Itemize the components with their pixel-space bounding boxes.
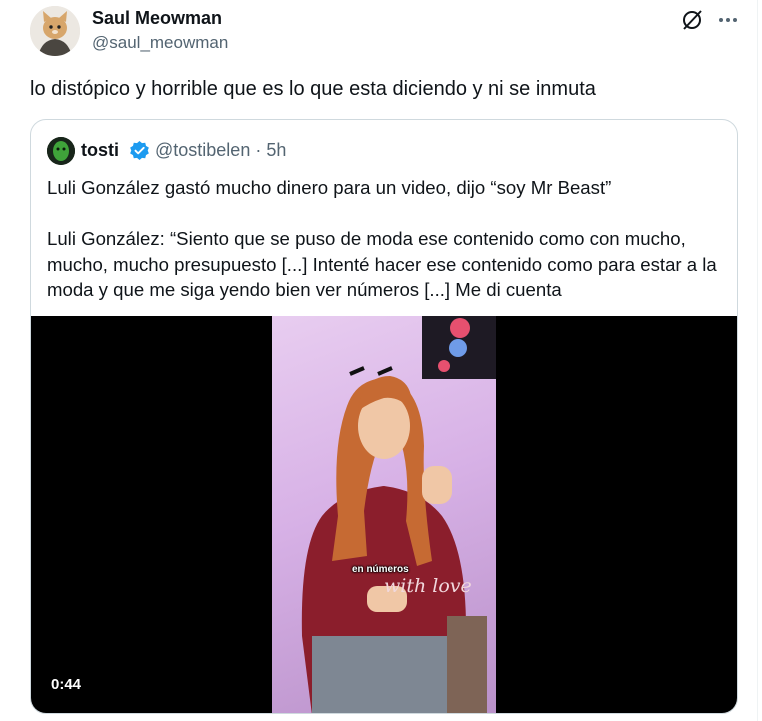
avatar[interactable] (30, 6, 80, 56)
quoted-avatar (47, 137, 75, 165)
quoted-tweet-card[interactable]: tosti @tostibelen · 5h Luli González gas… (30, 119, 738, 714)
quoted-author-name: tosti (81, 140, 119, 160)
more-icon[interactable] (716, 8, 740, 32)
video-player[interactable]: with love en números 0:44 (31, 316, 737, 713)
verified-badge-icon (129, 140, 150, 161)
video-caption: en números (352, 564, 409, 575)
quoted-tweet-text: Luli González gastó mucho dinero para un… (47, 177, 717, 300)
tweet-text: lo distópico y horrible que es lo que es… (30, 78, 596, 100)
grok-icon[interactable] (680, 8, 704, 32)
shirt-text: with love (384, 575, 472, 597)
video-frame: with love en números (272, 316, 496, 713)
author-handle[interactable]: @saul_meowman (92, 33, 228, 53)
timeline-border (757, 0, 758, 721)
quoted-handle: @tostibelen (155, 140, 251, 160)
author-name[interactable]: Saul Meowman (92, 8, 222, 29)
meta-separator: · (250, 140, 267, 160)
quoted-meta: @tostibelen · 5h (155, 140, 286, 161)
quoted-time: 5h (266, 140, 287, 160)
video-duration: 0:44 (51, 676, 82, 693)
